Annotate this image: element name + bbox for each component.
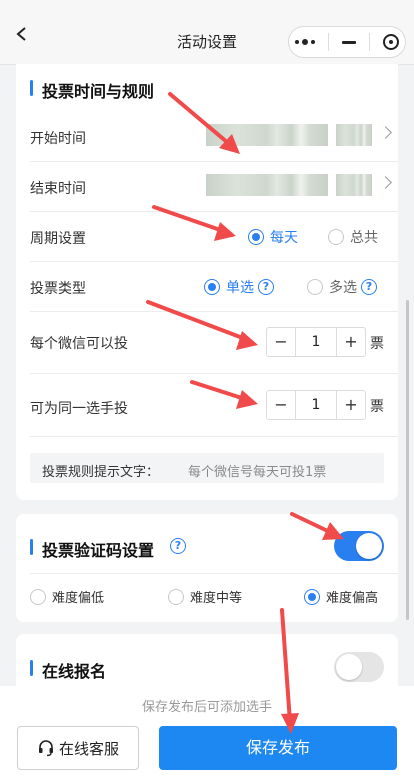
period-row: 周期设置 每天 总共 bbox=[30, 211, 398, 262]
decrement-button[interactable]: − bbox=[267, 328, 295, 356]
mini-program-capsule bbox=[288, 26, 406, 58]
radio-checked-icon bbox=[304, 588, 320, 605]
per-candidate-value[interactable]: 1 bbox=[295, 391, 337, 419]
vote-type-label: 投票类型 bbox=[30, 281, 86, 297]
captcha-toggle[interactable] bbox=[334, 531, 384, 561]
captcha-heading: 投票验证码设置 bbox=[30, 537, 154, 561]
captcha-level-high[interactable]: 难度偏高 bbox=[304, 587, 378, 606]
close-target-icon[interactable] bbox=[382, 34, 399, 50]
vote-rules-card: 投票时间与规则 开始时间 结束时间 周期设置 每天 总共 投票类型 单选 ? 多… bbox=[16, 64, 398, 500]
signup-heading: 在线报名 bbox=[30, 658, 106, 682]
per-candidate-unit: 票 bbox=[370, 399, 384, 415]
increment-button[interactable]: + bbox=[337, 391, 365, 419]
end-time-value-redacted bbox=[336, 174, 372, 196]
signup-card: 在线报名 bbox=[16, 634, 398, 694]
publish-hint: 保存发布后可添加选手 bbox=[141, 700, 272, 715]
divider bbox=[30, 573, 398, 574]
end-time-row[interactable]: 结束时间 bbox=[30, 161, 398, 212]
chevron-right-icon bbox=[379, 126, 392, 139]
radio-unchecked-icon bbox=[30, 588, 46, 605]
per-wechat-value[interactable]: 1 bbox=[295, 328, 337, 356]
headset-icon bbox=[38, 740, 53, 757]
vote-type-row: 投票类型 单选 ? 多选 ? bbox=[30, 261, 398, 312]
customer-service-label: 在线客服 bbox=[58, 739, 119, 758]
rule-tip-label: 投票规则提示文字： bbox=[42, 465, 160, 480]
vote-type-option-label: 单选 bbox=[226, 280, 254, 296]
bottom-action-bar: 保存发布后可添加选手 在线客服 保存发布 bbox=[0, 686, 414, 780]
period-option-total[interactable]: 总共 bbox=[328, 227, 378, 247]
end-time-value-redacted bbox=[206, 174, 328, 196]
capsule-divider bbox=[368, 33, 370, 51]
per-wechat-unit: 票 bbox=[370, 336, 384, 352]
section-accent-bar bbox=[30, 80, 33, 96]
per-wechat-label: 每个微信可以投 bbox=[30, 336, 128, 352]
per-candidate-label: 可为同一选手投 bbox=[30, 401, 128, 417]
vote-type-option-label: 多选 bbox=[329, 280, 357, 296]
radio-unchecked-icon bbox=[168, 588, 184, 605]
per-candidate-row: 可为同一选手投 − 1 + 票 bbox=[30, 374, 398, 437]
vote-rules-heading: 投票时间与规则 bbox=[30, 78, 154, 102]
help-icon[interactable]: ? bbox=[258, 279, 274, 295]
radio-checked-icon bbox=[248, 229, 264, 245]
start-time-row[interactable]: 开始时间 bbox=[30, 111, 398, 162]
period-option-label: 总共 bbox=[350, 230, 378, 246]
captcha-level-label: 难度中等 bbox=[190, 591, 243, 606]
start-time-label: 开始时间 bbox=[30, 131, 86, 147]
scrollbar[interactable] bbox=[406, 300, 409, 620]
decrement-button[interactable]: − bbox=[267, 391, 295, 419]
end-time-label: 结束时间 bbox=[30, 181, 86, 197]
period-option-label: 每天 bbox=[270, 230, 298, 246]
customer-service-button[interactable]: 在线客服 bbox=[17, 726, 139, 770]
captcha-title: 投票验证码设置 bbox=[42, 541, 155, 560]
per-wechat-row: 每个微信可以投 − 1 + 票 bbox=[30, 311, 398, 374]
toggle-knob bbox=[336, 654, 362, 680]
captcha-level-low[interactable]: 难度偏低 bbox=[30, 587, 104, 606]
rule-tip-placeholder[interactable]: 每个微信号每天可投1票 bbox=[188, 461, 326, 480]
capsule-divider bbox=[328, 33, 330, 51]
per-candidate-stepper[interactable]: − 1 + bbox=[266, 390, 366, 420]
nav-bar: 活动设置 bbox=[0, 0, 414, 65]
period-option-daily[interactable]: 每天 bbox=[248, 227, 298, 247]
signup-toggle[interactable] bbox=[334, 652, 384, 682]
minimize-icon[interactable] bbox=[341, 40, 356, 44]
vote-rules-title: 投票时间与规则 bbox=[42, 82, 155, 101]
period-label: 周期设置 bbox=[30, 231, 86, 247]
radio-checked-icon bbox=[204, 279, 220, 295]
toggle-knob bbox=[356, 533, 382, 559]
radio-unchecked-icon bbox=[307, 279, 323, 295]
per-wechat-stepper[interactable]: − 1 + bbox=[266, 327, 366, 357]
section-accent-bar bbox=[30, 539, 33, 555]
vote-type-multi[interactable]: 多选 ? bbox=[307, 277, 377, 297]
increment-button[interactable]: + bbox=[337, 328, 365, 356]
captcha-card: 投票验证码设置 ? 难度偏低 难度中等 难度偏高 bbox=[16, 514, 398, 622]
captcha-level-label: 难度偏高 bbox=[326, 591, 379, 606]
rule-tip-field[interactable]: 投票规则提示文字： 每个微信号每天可投1票 bbox=[30, 453, 384, 483]
captcha-level-medium[interactable]: 难度中等 bbox=[168, 587, 242, 606]
help-icon[interactable]: ? bbox=[361, 279, 377, 295]
start-time-value-redacted bbox=[336, 124, 372, 146]
signup-title: 在线报名 bbox=[42, 662, 107, 681]
captcha-level-label: 难度偏低 bbox=[52, 591, 105, 606]
help-icon[interactable]: ? bbox=[170, 538, 186, 554]
save-publish-button[interactable]: 保存发布 bbox=[159, 726, 397, 770]
vote-type-single[interactable]: 单选 ? bbox=[204, 277, 274, 297]
radio-unchecked-icon bbox=[328, 229, 344, 245]
more-dots-icon[interactable] bbox=[295, 39, 316, 45]
chevron-right-icon bbox=[379, 176, 392, 189]
start-time-value-redacted bbox=[206, 124, 328, 146]
section-accent-bar bbox=[30, 660, 33, 676]
